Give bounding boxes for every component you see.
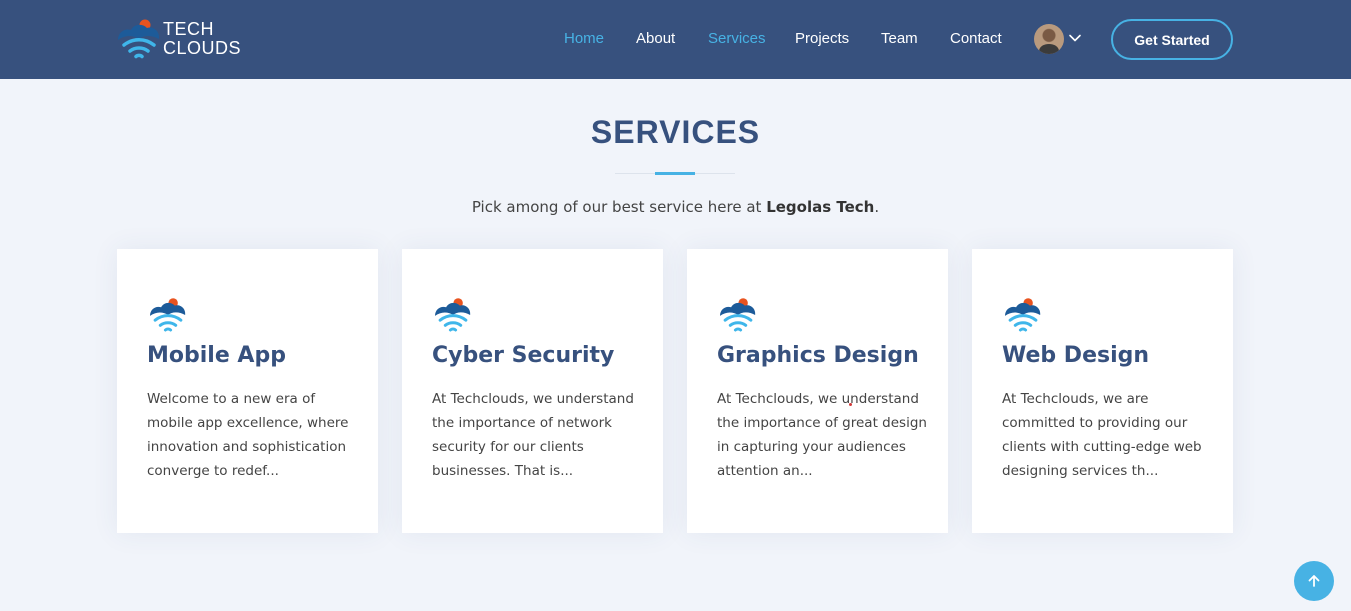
section-subtitle-end: .: [874, 198, 880, 216]
section-subtitle: Pick among of our best service here at L…: [0, 198, 1351, 216]
nav-link-projects[interactable]: Projects: [795, 30, 849, 47]
nav-link-services[interactable]: Services: [708, 30, 766, 47]
back-to-top-button[interactable]: [1294, 561, 1334, 601]
get-started-button[interactable]: Get Started: [1111, 19, 1233, 60]
section-subtitle-text: Pick among of our best service here at: [471, 198, 767, 216]
service-card-description: At Techclouds, we understand the importa…: [717, 391, 927, 479]
cloud-wifi-icon: [1005, 298, 1041, 332]
site-logo[interactable]: TECH CLOUDS: [116, 17, 256, 61]
section-subtitle-brand: Legolas Tech: [766, 198, 875, 216]
service-card-title[interactable]: Cyber Security: [432, 343, 614, 368]
service-card-title[interactable]: Web Design: [1002, 343, 1149, 368]
arrow-up-icon: [1308, 575, 1320, 587]
service-card-description: Welcome to a new era of mobile app excel…: [147, 391, 349, 479]
cloud-wifi-logo-icon: [118, 19, 160, 59]
chevron-down-icon[interactable]: [1068, 31, 1082, 45]
cloud-wifi-icon: [435, 298, 471, 332]
user-avatar[interactable]: [1034, 24, 1064, 54]
service-card-graphics-design[interactable]: Graphics Design At Techclouds, we unders…: [687, 249, 948, 533]
cloud-wifi-icon: [150, 298, 186, 332]
title-divider-accent: [655, 172, 695, 175]
cursor-dot: [849, 403, 852, 406]
nav-link-home[interactable]: Home: [564, 30, 604, 47]
nav-link-team[interactable]: Team: [881, 30, 918, 47]
service-card-title[interactable]: Mobile App: [147, 343, 286, 368]
service-card-description: At Techclouds, we understand the importa…: [432, 391, 634, 479]
nav-link-contact[interactable]: Contact: [950, 30, 1002, 47]
logo-text-line1: TECH: [163, 19, 214, 39]
service-card-cyber-security[interactable]: Cyber Security At Techclouds, we underst…: [402, 249, 663, 533]
logo-text-line2: CLOUDS: [163, 38, 242, 58]
logo-text: TECH CLOUDS: [163, 20, 241, 58]
service-card-mobile-app[interactable]: Mobile App Welcome to a new era of mobil…: [117, 249, 378, 533]
site-header: TECH CLOUDS Home About Services Projects…: [0, 0, 1351, 79]
cloud-wifi-icon: [720, 298, 756, 332]
service-card-title[interactable]: Graphics Design: [717, 343, 919, 368]
section-title: SERVICES: [590, 114, 761, 150]
nav-link-about[interactable]: About: [636, 30, 675, 47]
service-card-description: At Techclouds, we are committed to provi…: [1002, 391, 1202, 479]
service-card-web-design[interactable]: Web Design At Techclouds, we are committ…: [972, 249, 1233, 533]
